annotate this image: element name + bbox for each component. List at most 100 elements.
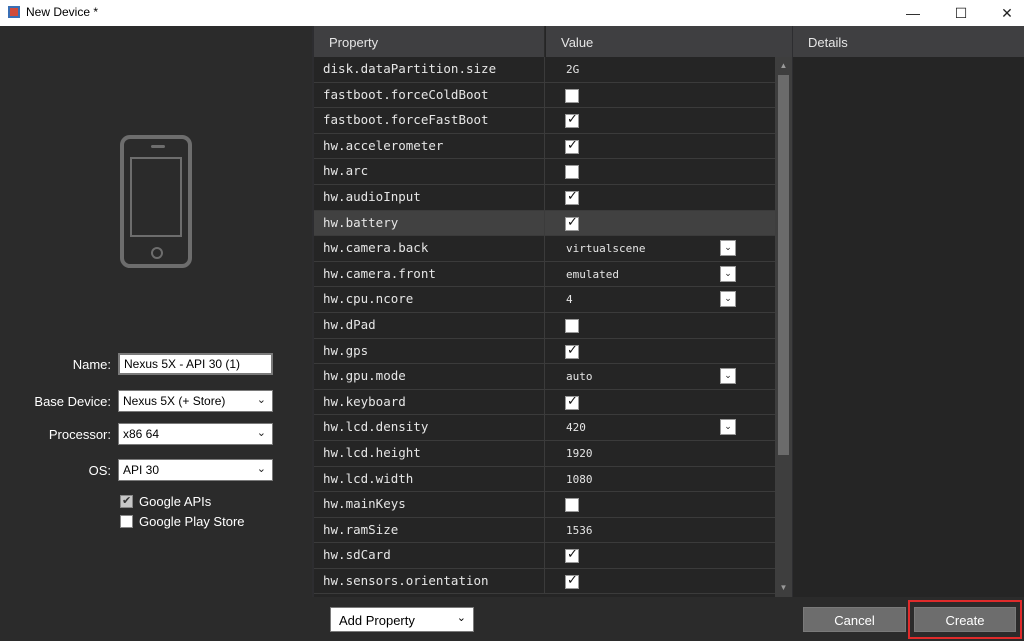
checkmark-icon: ✔ xyxy=(122,495,132,507)
property-column-header[interactable]: Property xyxy=(314,26,545,57)
property-value[interactable] xyxy=(546,313,775,338)
property-name: hw.arc xyxy=(314,159,545,184)
value-checkbox[interactable]: ✓ xyxy=(565,342,579,359)
add-property-select[interactable]: Add Property ⌄ xyxy=(330,607,474,632)
property-value[interactable]: 4 ⌄ xyxy=(546,287,775,312)
title-bar: New Device * — ☐ ✕ xyxy=(0,0,1024,26)
checkmark-icon: ✓ xyxy=(567,112,578,128)
value-text: 1536 xyxy=(566,523,593,537)
table-row[interactable]: hw.lcd.width 1080 xyxy=(314,466,775,493)
value-column-header[interactable]: Value xyxy=(546,26,792,57)
cancel-button[interactable]: Cancel xyxy=(803,607,906,632)
google-apis-checkbox[interactable]: ✔ xyxy=(120,495,133,508)
property-value[interactable]: auto ⌄ xyxy=(546,364,775,389)
google-play-checkbox-row[interactable]: Google Play Store xyxy=(120,514,245,529)
property-value[interactable]: 420 ⌄ xyxy=(546,415,775,440)
table-row[interactable]: disk.dataPartition.size 2G xyxy=(314,57,775,83)
google-apis-checkbox-row[interactable]: ✔ Google APIs xyxy=(120,494,211,509)
property-value[interactable]: ✓ xyxy=(546,211,775,236)
checkmark-icon: ✓ xyxy=(567,342,578,358)
property-grid: Property Value disk.dataPartition.size 2G… xyxy=(314,26,792,597)
property-name: hw.dPad xyxy=(314,312,545,338)
value-checkbox[interactable] xyxy=(565,498,579,513)
table-row[interactable]: hw.camera.back virtualscene ⌄ xyxy=(314,236,775,262)
value-checkbox[interactable]: ✓ xyxy=(565,138,579,154)
table-row[interactable]: hw.dPad xyxy=(314,312,775,339)
property-value[interactable]: 1536 xyxy=(546,518,775,543)
processor-select[interactable]: x86 64 ⌄ xyxy=(118,423,273,445)
table-row[interactable]: hw.gpu.mode auto ⌄ xyxy=(314,364,775,390)
property-value[interactable]: ✓ xyxy=(546,108,775,133)
value-checkbox[interactable]: ✓ xyxy=(565,547,579,564)
table-row[interactable]: hw.gps ✓ xyxy=(314,338,775,365)
value-checkbox[interactable]: ✓ xyxy=(565,572,579,589)
google-play-checkbox[interactable] xyxy=(120,515,133,528)
scroll-down-icon[interactable]: ▼ xyxy=(775,581,792,595)
property-value[interactable]: ✓ xyxy=(546,339,775,364)
table-row[interactable]: hw.sensors.orientation ✓ xyxy=(314,568,775,595)
value-text: 420 xyxy=(566,421,586,435)
value-checkbox[interactable]: ✓ xyxy=(565,112,579,129)
base-device-value: Nexus 5X (+ Store) xyxy=(123,394,226,408)
property-value[interactable]: 1080 xyxy=(546,467,775,492)
value-checkbox[interactable] xyxy=(565,165,579,180)
table-row[interactable]: hw.mainKeys xyxy=(314,492,775,518)
minimize-button[interactable]: — xyxy=(890,0,936,26)
chevron-down-icon[interactable]: ⌄ xyxy=(720,291,736,308)
value-checkbox[interactable] xyxy=(565,88,579,103)
value-checkbox[interactable] xyxy=(565,318,579,333)
property-value[interactable]: ✓ xyxy=(546,543,775,568)
table-row[interactable]: hw.ramSize 1536 xyxy=(314,517,775,544)
property-value[interactable]: ✓ xyxy=(546,569,775,594)
table-row[interactable]: hw.keyboard ✓ xyxy=(314,389,775,416)
scroll-up-icon[interactable]: ▲ xyxy=(775,59,792,73)
property-value[interactable]: ✓ xyxy=(546,134,775,159)
table-row[interactable]: hw.accelerometer ✓ xyxy=(314,133,775,160)
name-label: Name: xyxy=(72,357,111,372)
chevron-down-icon: ⌄ xyxy=(256,463,266,475)
property-value[interactable] xyxy=(546,83,775,108)
chevron-down-icon[interactable]: ⌄ xyxy=(720,368,736,385)
close-button[interactable]: ✕ xyxy=(984,0,1024,26)
property-value[interactable]: emulated ⌄ xyxy=(546,262,775,287)
name-input[interactable] xyxy=(118,353,273,375)
table-row[interactable]: hw.sdCard ✓ xyxy=(314,543,775,569)
vertical-scrollbar[interactable]: ▲ ▼ xyxy=(775,57,792,597)
table-row[interactable]: hw.audioInput ✓ xyxy=(314,184,775,211)
base-device-select[interactable]: Nexus 5X (+ Store) ⌄ xyxy=(118,390,273,412)
table-row[interactable]: hw.arc xyxy=(314,159,775,185)
property-name: hw.lcd.density xyxy=(314,415,545,440)
property-value[interactable]: ✓ xyxy=(546,390,775,415)
table-row[interactable]: hw.camera.front emulated ⌄ xyxy=(314,261,775,288)
chevron-down-icon[interactable]: ⌄ xyxy=(720,265,736,282)
os-value: API 30 xyxy=(123,463,160,477)
table-row[interactable]: hw.battery ✓ xyxy=(314,210,775,237)
property-value[interactable]: 1920 xyxy=(546,441,775,466)
google-play-label: Google Play Store xyxy=(139,514,245,529)
property-name: hw.keyboard xyxy=(314,389,545,415)
table-row[interactable]: hw.lcd.density 420 ⌄ xyxy=(314,415,775,441)
maximize-button[interactable]: ☐ xyxy=(938,0,984,26)
table-row[interactable]: fastboot.forceFastBoot ✓ xyxy=(314,108,775,134)
property-value[interactable]: virtualscene ⌄ xyxy=(546,236,775,261)
property-value[interactable] xyxy=(546,492,775,517)
value-checkbox[interactable]: ✓ xyxy=(565,393,579,410)
os-select[interactable]: API 30 ⌄ xyxy=(118,459,273,481)
table-row[interactable]: hw.lcd.height 1920 xyxy=(314,440,775,467)
window-title: New Device * xyxy=(26,5,99,19)
property-name: fastboot.forceColdBoot xyxy=(314,82,545,108)
property-value[interactable] xyxy=(546,159,775,184)
table-row[interactable]: hw.cpu.ncore 4 ⌄ xyxy=(314,287,775,313)
table-row[interactable]: fastboot.forceColdBoot xyxy=(314,82,775,109)
chevron-down-icon[interactable]: ⌄ xyxy=(720,240,736,257)
checkmark-icon: ✓ xyxy=(567,393,578,409)
value-checkbox[interactable]: ✓ xyxy=(565,214,579,231)
value-checkbox[interactable]: ✓ xyxy=(565,189,579,205)
checkmark-icon: ✓ xyxy=(567,214,578,230)
chevron-down-icon[interactable]: ⌄ xyxy=(720,419,736,436)
checkmark-icon: ✓ xyxy=(567,572,578,588)
property-value[interactable]: ✓ xyxy=(546,185,775,210)
property-name: hw.sensors.orientation xyxy=(314,568,545,594)
scrollbar-thumb[interactable] xyxy=(778,75,789,455)
property-value[interactable]: 2G xyxy=(546,57,775,82)
